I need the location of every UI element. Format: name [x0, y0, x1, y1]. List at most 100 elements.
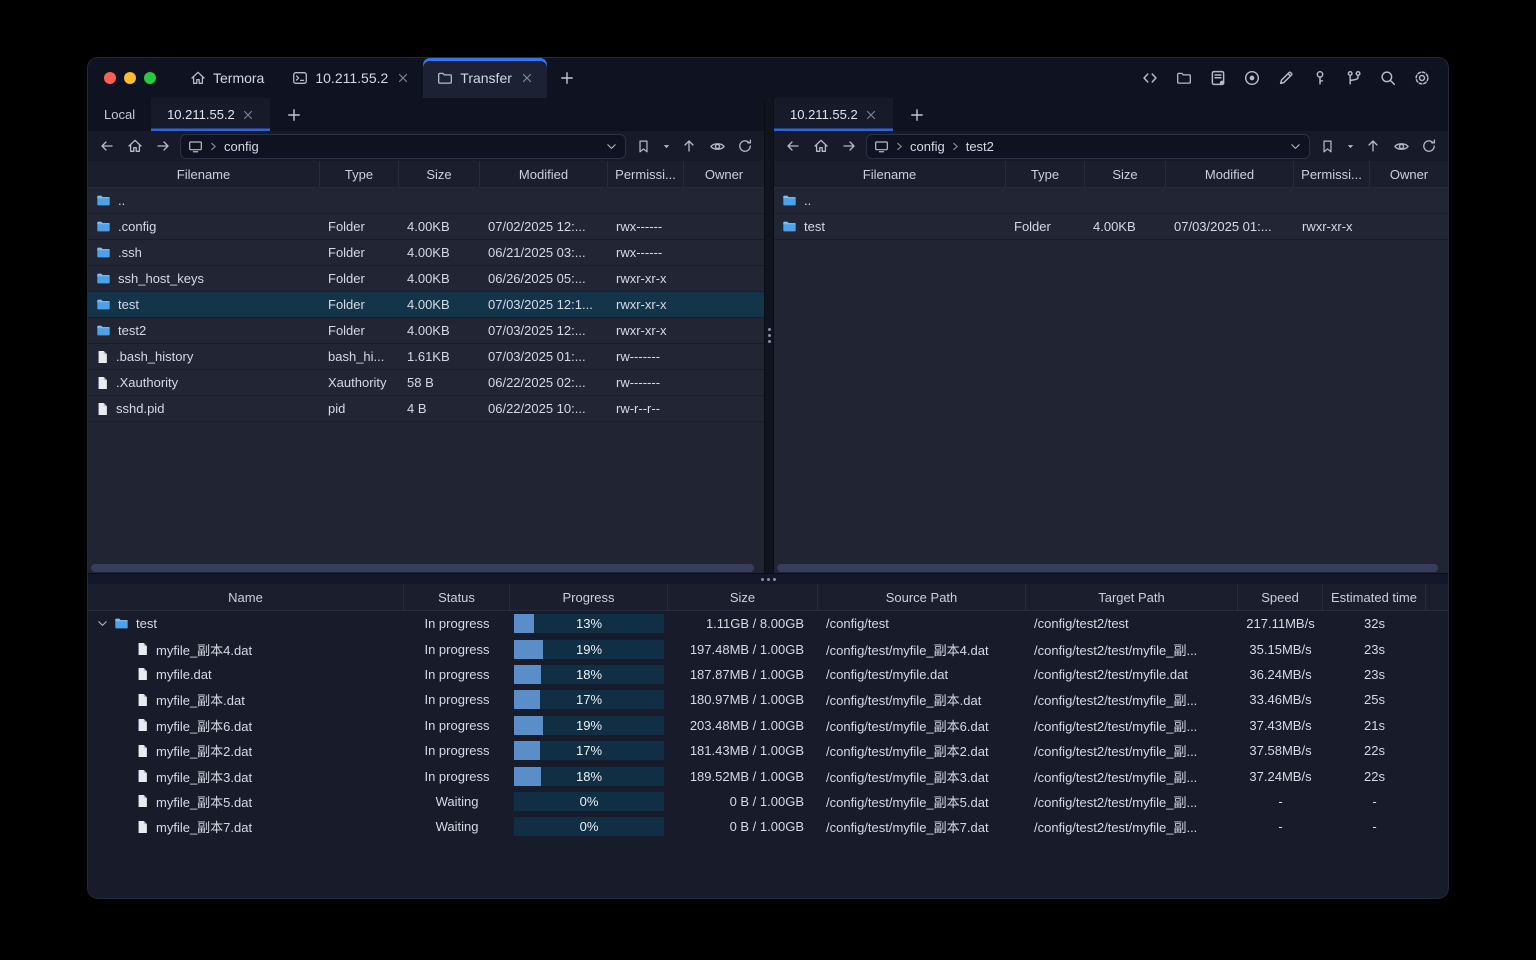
column-header-type[interactable]: Type [320, 161, 399, 187]
add-panel-tab-button[interactable] [270, 98, 318, 131]
titlebar-tab-termora[interactable]: Termora [176, 58, 278, 98]
breadcrumb-item[interactable]: test2 [966, 139, 994, 154]
column-header-filename[interactable]: Filename [774, 161, 1006, 187]
file-row--ssh[interactable]: .ssh Folder 4.00KB 06/21/2025 03:... rwx----… [88, 240, 764, 266]
forward-button[interactable] [838, 135, 860, 157]
chevron-down-icon[interactable] [605, 140, 618, 153]
column-header-filename[interactable]: Filename [88, 161, 320, 187]
folder-button[interactable] [1172, 66, 1196, 90]
scrollbar-thumb[interactable] [91, 563, 755, 572]
home-button[interactable] [810, 135, 832, 157]
file-row--[interactable]: .. [88, 188, 764, 214]
add-panel-tab-button[interactable] [893, 98, 941, 131]
column-header-modified[interactable]: Modified [480, 161, 608, 187]
eta-cell: 22s [1364, 743, 1385, 759]
macro-button[interactable] [1206, 66, 1230, 90]
minimize-window-button[interactable] [124, 72, 136, 84]
close-icon[interactable] [521, 72, 533, 84]
gutter-cell [1426, 738, 1448, 763]
file-row-test[interactable]: test Folder 4.00KB 07/03/2025 12:1... rwxr-x… [88, 292, 764, 318]
chevron-down-icon[interactable] [96, 617, 114, 630]
file-row-test[interactable]: test Folder 4.00KB 07/03/2025 01:... rwxr-xr… [774, 214, 1448, 240]
add-tab-button[interactable] [547, 58, 587, 98]
titlebar-tab-10-211-55-2[interactable]: 10.211.55.2 [278, 58, 423, 98]
path-field[interactable]: config test2 [866, 133, 1310, 159]
bookmark-dropdown-icon[interactable] [1344, 135, 1356, 157]
panel-tab-10-211-55-2[interactable]: 10.211.55.2 [151, 98, 270, 131]
column-header-name[interactable]: Name [88, 584, 404, 610]
upload-button[interactable] [1362, 135, 1384, 157]
panel-tab-10-211-55-2[interactable]: 10.211.55.2 [774, 98, 893, 131]
titlebar-tab-transfer[interactable]: Transfer [423, 58, 547, 98]
transfer-row-myfile-dat[interactable]: myfile.dat In progress 18% 187.87MB / 1.00G… [88, 661, 1448, 688]
chevron-down-icon[interactable] [1289, 140, 1302, 153]
bookmark-button[interactable] [632, 135, 654, 157]
file-row--xauthority[interactable]: .Xauthority Xauthority 58 B 06/22/2025 02:.… [88, 370, 764, 396]
close-icon[interactable] [865, 109, 877, 121]
transfer-row-test[interactable]: test In progress 13% 1.11GB / 8.00GB/config… [88, 611, 1448, 637]
panel-tab-local[interactable]: Local [88, 98, 151, 131]
back-button[interactable] [96, 135, 118, 157]
file-row--[interactable]: .. [774, 188, 1448, 214]
file-row--bash-history[interactable]: .bash_history bash_hi... 1.61KB 07/03/2025 … [88, 344, 764, 370]
column-header-estimated-time[interactable]: Estimated time [1323, 584, 1426, 610]
column-header-owner[interactable]: Owner [684, 161, 764, 187]
scrollbar-thumb[interactable] [777, 563, 1439, 572]
close-window-button[interactable] [104, 72, 116, 84]
panel-splitter[interactable] [764, 98, 774, 573]
close-icon[interactable] [397, 72, 409, 84]
file-row-sshd-pid[interactable]: sshd.pid pid 4 B 06/22/2025 10:... rw-r--r-- [88, 396, 764, 422]
column-header-size[interactable]: Size [1085, 161, 1166, 187]
breadcrumb-item[interactable]: config [224, 139, 259, 154]
column-header-status[interactable]: Status [404, 584, 510, 610]
file-table-header: Filename Type Size Modified Permissi... Owner [774, 161, 1448, 188]
show-hidden-button[interactable] [706, 135, 728, 157]
source-path-cell: /config/test/myfile.dat [826, 666, 949, 682]
forward-button[interactable] [152, 135, 174, 157]
close-icon[interactable] [242, 109, 254, 121]
code-button[interactable] [1138, 66, 1162, 90]
back-button[interactable] [782, 135, 804, 157]
path-field[interactable]: config [180, 133, 626, 159]
column-header-permissi-[interactable]: Permissi... [608, 161, 684, 187]
file-row--config[interactable]: .config Folder 4.00KB 07/02/2025 12:... rwx-… [88, 214, 764, 240]
column-header-source-path[interactable]: Source Path [818, 584, 1026, 610]
column-header-modified[interactable]: Modified [1166, 161, 1294, 187]
transfer-row-myfile-6-dat[interactable]: myfile_副本6.dat In progress 19% 203.48MB / 1… [88, 712, 1448, 738]
transfer-row-myfile-7-dat[interactable]: myfile_副本7.dat Waiting 0% 0 B / 1.00GB/conf… [88, 814, 1448, 840]
tab-label: Local [104, 107, 136, 122]
file-row-test2[interactable]: test2 Folder 4.00KB 07/03/2025 12:... rwxr-x… [88, 318, 764, 344]
breadcrumb-item[interactable]: config [910, 139, 945, 154]
target-path-cell: /config/test2/test/myfile.dat [1034, 666, 1188, 682]
column-header-progress[interactable]: Progress [510, 584, 668, 610]
column-header-speed[interactable]: Speed [1238, 584, 1323, 610]
transfer-row-myfile-5-dat[interactable]: myfile_副本5.dat Waiting 0% 0 B / 1.00GB/conf… [88, 788, 1448, 815]
transfer-row-myfile-2-dat[interactable]: myfile_副本2.dat In progress 17% 181.43MB / 1… [88, 737, 1448, 764]
upload-button[interactable] [678, 135, 700, 157]
transfer-row-myfile-dat[interactable]: myfile_副本.dat In progress 17% 180.97MB / 1.… [88, 687, 1448, 713]
keychain-button[interactable] [1342, 66, 1366, 90]
refresh-button[interactable] [1418, 135, 1440, 157]
show-hidden-button[interactable] [1390, 135, 1412, 157]
transfer-splitter[interactable] [88, 573, 1448, 584]
search-button[interactable] [1376, 66, 1400, 90]
transfer-row-myfile-3-dat[interactable]: myfile_副本3.dat In progress 18% 189.52MB / 1… [88, 763, 1448, 789]
folder-icon [1176, 70, 1192, 86]
column-header-permissi-[interactable]: Permissi... [1294, 161, 1370, 187]
transfer-row-myfile-4-dat[interactable]: myfile_副本4.dat In progress 19% 197.48MB / 1… [88, 636, 1448, 662]
column-header-target-path[interactable]: Target Path [1026, 584, 1238, 610]
settings-button[interactable] [1410, 66, 1434, 90]
zoom-window-button[interactable] [144, 72, 156, 84]
file-row-ssh-host-keys[interactable]: ssh_host_keys Folder 4.00KB 06/26/2025 05:.… [88, 266, 764, 292]
refresh-button[interactable] [734, 135, 756, 157]
bookmark-button[interactable] [1316, 135, 1338, 157]
home-button[interactable] [124, 135, 146, 157]
column-header-size[interactable]: Size [399, 161, 480, 187]
bookmark-dropdown-icon[interactable] [660, 135, 672, 157]
record-button[interactable] [1240, 66, 1264, 90]
edit-button[interactable] [1274, 66, 1298, 90]
column-header-size[interactable]: Size [668, 584, 818, 610]
column-header-type[interactable]: Type [1006, 161, 1085, 187]
key-button[interactable] [1308, 66, 1332, 90]
column-header-owner[interactable]: Owner [1370, 161, 1448, 187]
